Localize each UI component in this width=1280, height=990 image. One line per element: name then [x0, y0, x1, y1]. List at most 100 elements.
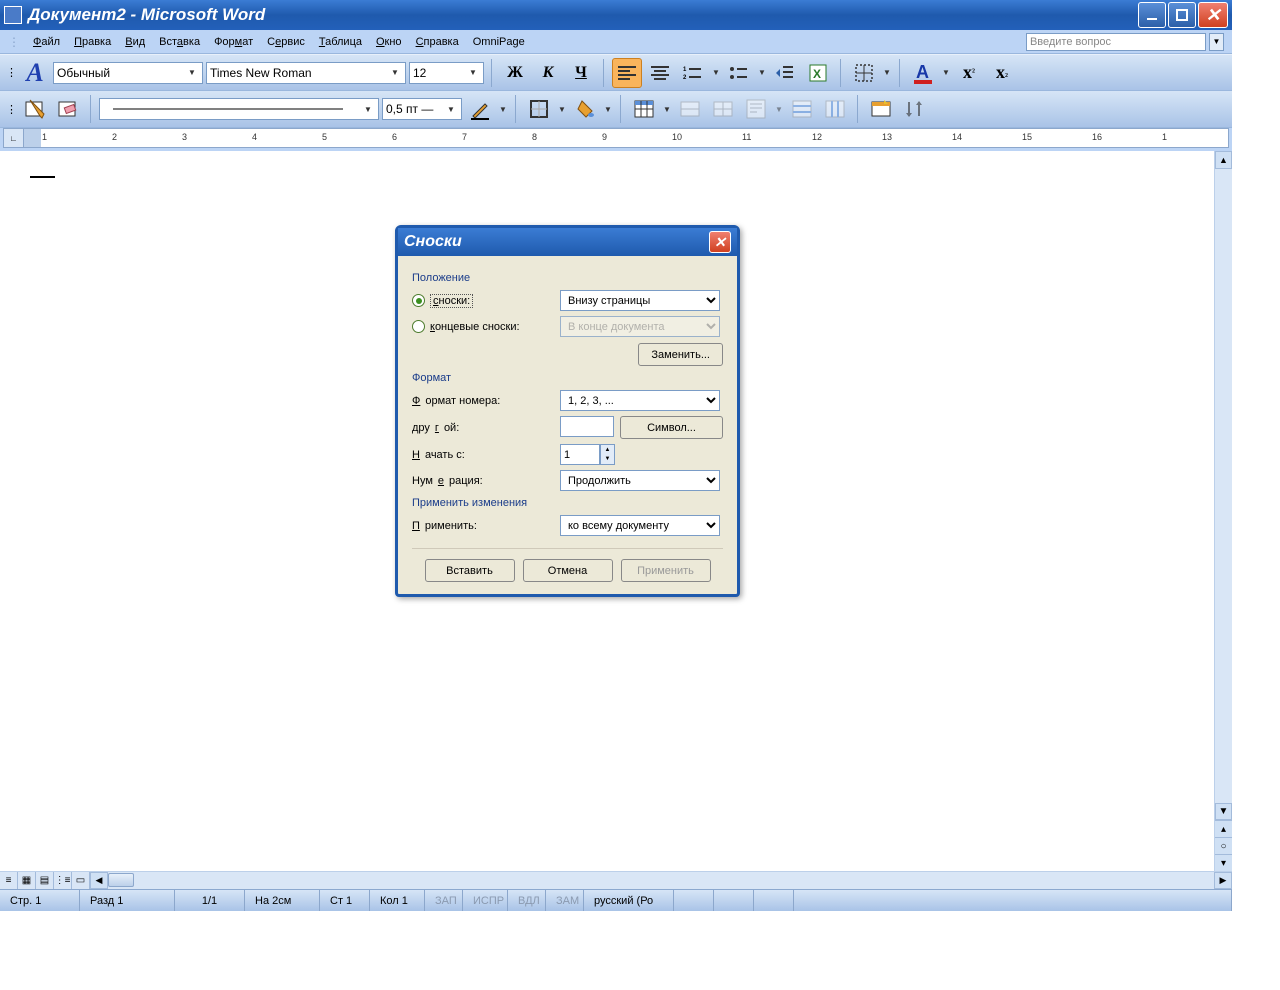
vertical-scrollbar[interactable]: ▲ ▼ ▴ ○ ▾ — [1214, 151, 1232, 871]
print-layout-button[interactable]: ▤ — [36, 872, 54, 889]
dropdown-arrow-icon[interactable]: ▼ — [498, 105, 508, 114]
font-color-button[interactable]: A — [908, 58, 938, 88]
help-search-input[interactable] — [1026, 33, 1206, 51]
start-at-input[interactable] — [560, 444, 600, 465]
align-left-button[interactable] — [612, 58, 642, 88]
subscript-button[interactable]: x₂ — [987, 58, 1017, 88]
line-style-combo[interactable]: ▼ — [99, 98, 379, 120]
insert-table-button[interactable] — [629, 94, 659, 124]
menu-view[interactable]: Вид — [118, 34, 152, 50]
dropdown-arrow-icon[interactable]: ▼ — [757, 68, 767, 77]
footnotes-radio[interactable]: сноски: — [412, 294, 560, 308]
numbering-label: Нумерация: — [412, 475, 560, 487]
merge-cells-button[interactable] — [675, 94, 705, 124]
superscript-button[interactable]: x² — [954, 58, 984, 88]
split-cells-button[interactable] — [708, 94, 738, 124]
spin-down-button[interactable]: ▼ — [601, 455, 614, 465]
horizontal-scrollbar[interactable]: ◀ ▶ — [90, 872, 1232, 889]
number-format-select[interactable]: 1, 2, 3, ... — [560, 390, 720, 411]
select-browse-object-button[interactable]: ○ — [1215, 837, 1232, 854]
close-button[interactable]: ✕ — [1198, 2, 1228, 28]
help-dropdown[interactable]: ▼ — [1209, 33, 1224, 51]
footnotes-location-select[interactable]: Внизу страницы — [560, 290, 720, 311]
outside-border-button[interactable] — [524, 94, 554, 124]
autoformat-button[interactable] — [866, 94, 896, 124]
scroll-up-button[interactable]: ▲ — [1215, 151, 1232, 169]
sort-button[interactable] — [899, 94, 929, 124]
apply-button[interactable]: Применить — [621, 559, 711, 582]
normal-view-button[interactable]: ≡ — [0, 872, 18, 889]
style-combo[interactable]: Обычный▼ — [53, 62, 203, 84]
bold-button[interactable]: Ж — [500, 58, 530, 88]
menu-file[interactable]: Файл — [26, 34, 67, 50]
border-color-button[interactable] — [465, 94, 495, 124]
start-at-label: Начать с: — [412, 449, 560, 461]
font-size-combo[interactable]: 12▼ — [409, 62, 484, 84]
spin-up-button[interactable]: ▲ — [601, 445, 614, 455]
distribute-rows-button[interactable] — [787, 94, 817, 124]
numbered-list-button[interactable]: 12 — [678, 58, 708, 88]
scroll-right-button[interactable]: ▶ — [1214, 872, 1232, 889]
italic-button[interactable]: К — [533, 58, 563, 88]
align-center-button[interactable] — [645, 58, 675, 88]
align-cells-button[interactable] — [741, 94, 771, 124]
insert-button[interactable]: Вставить — [425, 559, 515, 582]
start-at-spinner[interactable]: ▲▼ — [560, 444, 615, 465]
scroll-down-button[interactable]: ▼ — [1215, 803, 1232, 820]
distribute-cols-button[interactable] — [820, 94, 850, 124]
scroll-thumb[interactable] — [108, 873, 134, 887]
line-weight-combo[interactable]: 0,5 пт —▼ — [382, 98, 462, 120]
dialog-close-button[interactable]: ✕ — [709, 231, 731, 253]
menu-window[interactable]: Окно — [369, 34, 409, 50]
dialog-title-bar[interactable]: Сноски ✕ — [398, 228, 737, 256]
object-browse-up-button[interactable]: ▴ — [1215, 820, 1232, 837]
excel-icon[interactable]: X — [803, 58, 833, 88]
endnotes-radio[interactable]: концевые сноски: — [412, 320, 560, 333]
cancel-button[interactable]: Отмена — [523, 559, 613, 582]
scroll-left-button[interactable]: ◀ — [90, 872, 108, 889]
reading-layout-button[interactable]: ▭ — [72, 872, 90, 889]
status-ovr[interactable]: ЗАМ — [546, 890, 584, 911]
tab-selector[interactable]: ∟ — [4, 129, 24, 147]
maximize-button[interactable] — [1168, 2, 1196, 28]
status-language[interactable]: русский (Ро — [584, 890, 674, 911]
draw-table-button[interactable] — [20, 94, 50, 124]
shading-color-button[interactable] — [570, 94, 600, 124]
minimize-button[interactable] — [1138, 2, 1166, 28]
status-rec[interactable]: ЗАП — [425, 890, 463, 911]
dropdown-arrow-icon[interactable]: ▼ — [662, 105, 672, 114]
object-browse-down-button[interactable]: ▾ — [1215, 854, 1232, 871]
borders-button[interactable] — [849, 58, 879, 88]
menu-insert[interactable]: Вставка — [152, 34, 207, 50]
ruler-number: 6 — [392, 132, 397, 142]
dropdown-arrow-icon[interactable]: ▼ — [941, 68, 951, 77]
menu-format[interactable]: Формат — [207, 34, 260, 50]
font-combo[interactable]: Times New Roman▼ — [206, 62, 406, 84]
dropdown-arrow-icon[interactable]: ▼ — [882, 68, 892, 77]
styles-icon[interactable]: A — [20, 58, 50, 88]
status-trk[interactable]: ИСПР — [463, 890, 508, 911]
horizontal-ruler[interactable]: ∟ 123456789101112131415161 — [3, 128, 1229, 148]
dropdown-arrow-icon[interactable]: ▼ — [557, 105, 567, 114]
menu-omnipage[interactable]: OmniPage — [466, 34, 532, 50]
menu-help[interactable]: Справка — [409, 34, 466, 50]
decrease-indent-button[interactable] — [770, 58, 800, 88]
replace-button[interactable]: Заменить... — [638, 343, 723, 366]
menu-edit[interactable]: Правка — [67, 34, 118, 50]
dropdown-arrow-icon[interactable]: ▼ — [711, 68, 721, 77]
custom-mark-input[interactable] — [560, 416, 614, 437]
bullet-list-button[interactable] — [724, 58, 754, 88]
web-layout-button[interactable]: ▦ — [18, 872, 36, 889]
svg-text:1: 1 — [683, 67, 687, 73]
underline-button[interactable]: Ч — [566, 58, 596, 88]
outline-view-button[interactable]: ⋮≡ — [54, 872, 72, 889]
eraser-button[interactable] — [53, 94, 83, 124]
dropdown-arrow-icon[interactable]: ▼ — [774, 105, 784, 114]
menu-tools[interactable]: Сервис — [260, 34, 312, 50]
apply-to-select[interactable]: ко всему документу — [560, 515, 720, 536]
symbol-button[interactable]: Символ... — [620, 416, 723, 439]
status-ext[interactable]: ВДЛ — [508, 890, 546, 911]
menu-table[interactable]: Таблица — [312, 34, 369, 50]
dropdown-arrow-icon[interactable]: ▼ — [603, 105, 613, 114]
numbering-select[interactable]: Продолжить — [560, 470, 720, 491]
